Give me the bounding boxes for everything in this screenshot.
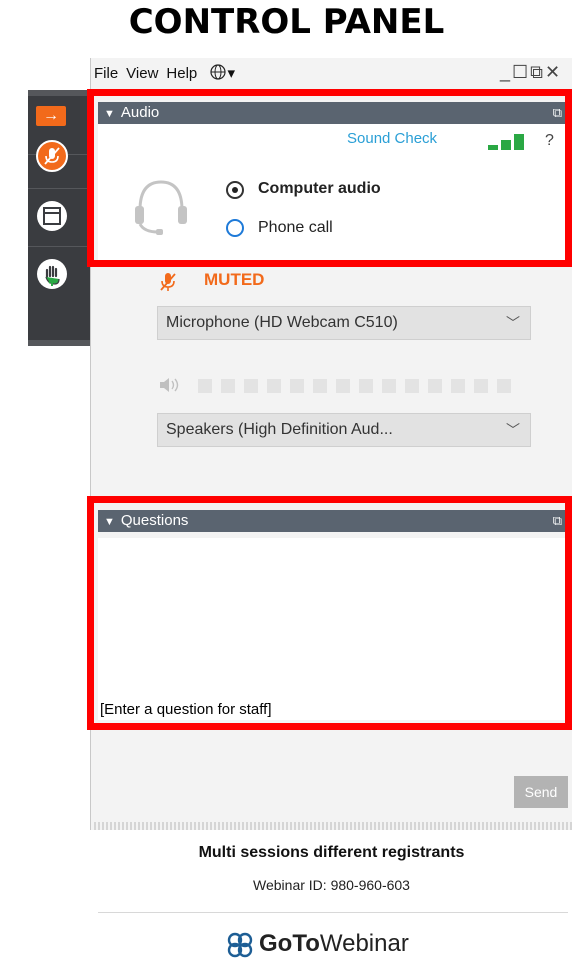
webinar-id: Webinar ID: 980-960-603: [253, 877, 410, 893]
window-controls[interactable]: _☐⧉✕: [500, 62, 562, 83]
arrow-right-icon: →: [36, 106, 66, 126]
audio-section-header[interactable]: ▼ Audio ⧉: [98, 102, 568, 124]
menu-file[interactable]: File: [94, 65, 118, 82]
left-icon-strip: →: [28, 90, 90, 346]
raise-hand-button[interactable]: [28, 246, 90, 304]
popout-icon[interactable]: ⧉: [553, 510, 562, 532]
popout-icon[interactable]: ⧉: [553, 102, 562, 124]
session-title: Multi sessions different registrants: [198, 844, 465, 861]
divider: [94, 822, 572, 830]
mute-status: MUTED: [204, 270, 265, 289]
sound-check-link[interactable]: Sound Check: [347, 130, 437, 147]
chevron-down-icon: ﹀: [506, 315, 520, 331]
globe-icon: [210, 64, 227, 80]
computer-audio-label[interactable]: Computer audio: [258, 180, 381, 198]
signal-strength-icon: [488, 134, 528, 150]
chevron-down-icon: ﹀: [506, 422, 520, 438]
speaker-level-meter: [198, 379, 528, 393]
collapse-triangle-icon: ▼: [104, 108, 115, 120]
language-menu[interactable]: ▾: [209, 64, 243, 82]
show-panel-button[interactable]: [28, 188, 90, 247]
questions-section-header[interactable]: ▼ Questions ⧉: [98, 510, 568, 532]
microphone-muted-icon: [158, 271, 178, 298]
collapse-triangle-icon: ▼: [104, 516, 115, 528]
question-input[interactable]: [98, 698, 568, 720]
menu-view[interactable]: View: [126, 65, 158, 82]
headset-icon: [135, 180, 187, 235]
send-button[interactable]: Send: [514, 776, 568, 808]
microphone-select-value: Microphone (HD Webcam C510): [166, 314, 398, 331]
logo-wordmark: GoToWebinar: [259, 930, 409, 957]
speaker-select-value: Speakers (High Definition Aud...: [166, 421, 393, 438]
footer-divider: [98, 912, 568, 913]
computer-audio-radio[interactable]: [226, 181, 244, 199]
mute-toggle-button[interactable]: [28, 130, 90, 189]
microphone-muted-icon: [36, 140, 68, 172]
gotowebinar-flower-icon: [227, 932, 253, 958]
menu-help[interactable]: Help: [166, 65, 197, 82]
speaker-icon: [158, 376, 180, 399]
phone-call-radio[interactable]: [226, 219, 244, 237]
speaker-select[interactable]: Speakers (High Definition Aud... ﹀: [157, 413, 531, 447]
questions-log: [98, 538, 568, 698]
audio-header-label: Audio: [120, 104, 160, 121]
window-icon: [37, 201, 67, 231]
questions-header-label: Questions: [120, 512, 189, 529]
chevron-down-icon: ▾: [227, 65, 235, 82]
phone-call-label[interactable]: Phone call: [258, 219, 333, 237]
help-icon[interactable]: ?: [545, 132, 554, 150]
page-title: CONTROL PANEL: [128, 2, 445, 42]
raise-hand-icon: [37, 259, 67, 289]
microphone-select[interactable]: Microphone (HD Webcam C510) ﹀: [157, 306, 531, 340]
